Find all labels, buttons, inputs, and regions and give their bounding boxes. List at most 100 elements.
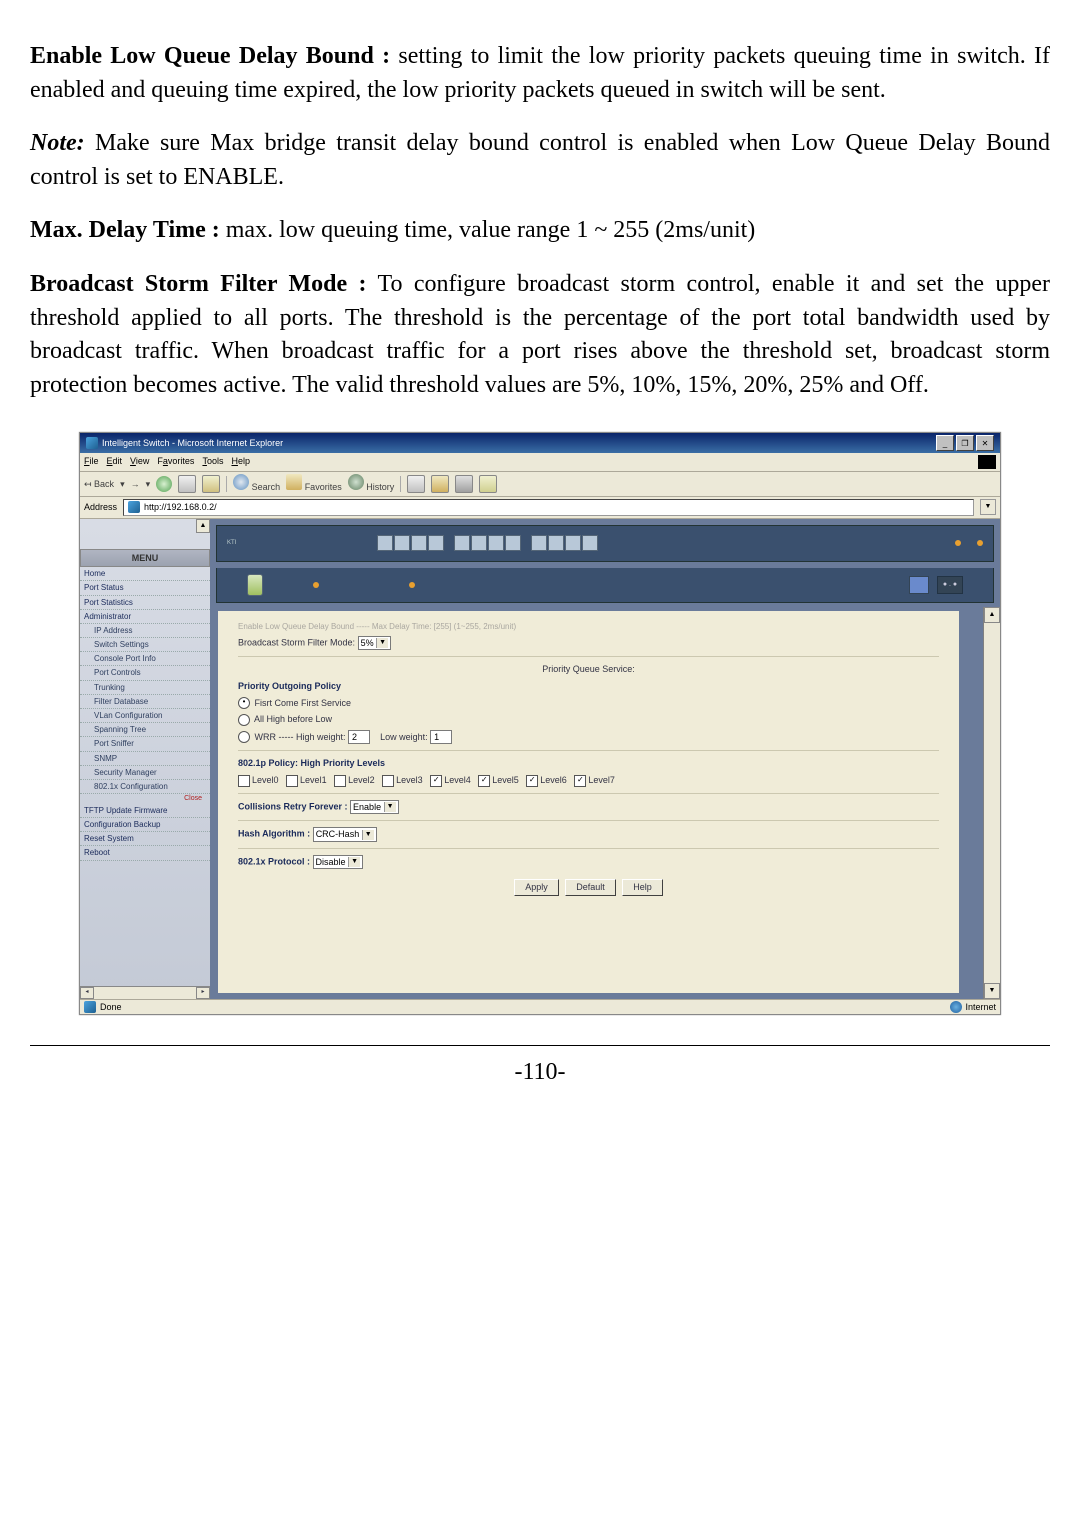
favorites-button[interactable]: Favorites <box>286 474 342 494</box>
sidebar-item-8021x-configuration[interactable]: 802.1x Configuration <box>80 780 210 794</box>
minimize-button[interactable]: _ <box>936 435 954 451</box>
wrr-low-weight-input[interactable]: 1 <box>430 730 452 745</box>
settings-panel: Enable Low Queue Delay Bound ----- Max D… <box>218 611 959 993</box>
main-frame: KTI <box>210 519 1000 999</box>
apply-button[interactable]: Apply <box>514 879 559 896</box>
action-button-row: Apply Default Help <box>238 879 939 896</box>
scroll-right-icon[interactable]: ▸ <box>196 987 210 999</box>
close-button[interactable]: ✕ <box>976 435 994 451</box>
main-vertical-scrollbar[interactable]: ▲ ▼ <box>983 607 1000 999</box>
radio-fcfs-label: Fisrt Come First Service <box>255 698 352 708</box>
checkbox-level3[interactable] <box>382 775 394 787</box>
page-number: -110- <box>30 1045 1050 1090</box>
scroll-up-icon[interactable]: ▲ <box>984 607 1000 623</box>
sidebar-item-switch-settings[interactable]: Switch Settings <box>80 638 210 652</box>
maximize-button[interactable]: ❐ <box>956 435 974 451</box>
address-input[interactable]: http://192.168.0.2/ <box>123 499 974 516</box>
wrr-high-weight-input[interactable]: 2 <box>348 730 370 745</box>
label-level4: Level4 <box>444 775 471 785</box>
scroll-down-icon[interactable]: ▼ <box>984 983 1000 999</box>
radio-fcfs[interactable] <box>238 697 250 709</box>
home-icon[interactable] <box>202 475 220 493</box>
checkbox-level1[interactable] <box>286 775 298 787</box>
help-button[interactable]: Help <box>622 879 663 896</box>
sidebar-item-snmp[interactable]: SNMP <box>80 752 210 766</box>
sidebar-item-ip-address[interactable]: IP Address <box>80 624 210 638</box>
page-content: ▲ MENU Home Port Status Port Statistics … <box>80 519 1000 999</box>
menu-help[interactable]: Help <box>231 455 250 469</box>
stop-icon[interactable] <box>156 476 172 492</box>
edit-icon[interactable] <box>455 475 473 493</box>
collisions-retry-select[interactable]: Enable ▼ <box>350 800 398 815</box>
checkbox-level6[interactable] <box>526 775 538 787</box>
window-titlebar: Intelligent Switch - Microsoft Internet … <box>80 433 1000 453</box>
sidebar-item-port-controls[interactable]: Port Controls <box>80 666 210 680</box>
status-zone: Internet <box>965 1001 996 1014</box>
menu-tools[interactable]: Tools <box>202 455 223 469</box>
print-icon[interactable] <box>431 475 449 493</box>
mail-icon[interactable] <box>407 475 425 493</box>
sidebar-item-security-manager[interactable]: Security Manager <box>80 766 210 780</box>
refresh-icon[interactable] <box>178 475 196 493</box>
led-icon <box>313 582 319 588</box>
scroll-left-icon[interactable]: ◂ <box>80 987 94 999</box>
back-button[interactable]: ↤ Back <box>84 478 114 491</box>
menu-file[interactable]: File <box>84 455 99 469</box>
address-dropdown-icon[interactable]: ▼ <box>980 499 996 515</box>
radio-wrr[interactable] <box>238 731 250 743</box>
internet-zone-icon <box>950 1001 962 1013</box>
hash-algorithm-label: Hash Algorithm : <box>238 829 310 839</box>
sidebar-item-home[interactable]: Home <box>80 567 210 581</box>
divider <box>238 656 939 657</box>
menu-edit[interactable]: Edit <box>107 455 123 469</box>
default-button[interactable]: Default <box>565 879 616 896</box>
checkbox-level0[interactable] <box>238 775 250 787</box>
discuss-icon[interactable] <box>479 475 497 493</box>
done-icon <box>84 1001 96 1013</box>
sidebar-item-filter-database[interactable]: Filter Database <box>80 695 210 709</box>
bsfm-label: Broadcast Storm Filter Mode: <box>238 637 355 647</box>
sidebar: ▲ MENU Home Port Status Port Statistics … <box>80 519 210 999</box>
8021x-protocol-select[interactable]: Disable ▼ <box>313 855 363 870</box>
bsfm-select[interactable]: 5% ▼ <box>358 636 391 651</box>
sidebar-close[interactable]: Close <box>80 794 210 804</box>
divider <box>238 793 939 794</box>
window-title: Intelligent Switch - Microsoft Internet … <box>102 437 283 450</box>
checkbox-level5[interactable] <box>478 775 490 787</box>
menu-favorites[interactable]: Favorites <box>157 455 194 469</box>
sidebar-item-trunking[interactable]: Trunking <box>80 681 210 695</box>
label-note: Note: <box>30 130 85 156</box>
search-button[interactable]: Search <box>233 474 280 494</box>
forward-button[interactable]: → <box>131 478 140 491</box>
sidebar-item-configuration-backup[interactable]: Configuration Backup <box>80 818 210 832</box>
led-icon <box>409 582 415 588</box>
checkbox-level4[interactable] <box>430 775 442 787</box>
sidebar-item-port-statistics[interactable]: Port Statistics <box>80 596 210 610</box>
sidebar-item-port-status[interactable]: Port Status <box>80 581 210 595</box>
sidebar-item-vlan-configuration[interactable]: VLan Configuration <box>80 709 210 723</box>
menu-view[interactable]: View <box>130 455 149 469</box>
sidebar-scroll-up[interactable]: ▲ <box>196 519 210 533</box>
history-button[interactable]: History <box>348 474 395 494</box>
checkbox-level2[interactable] <box>334 775 346 787</box>
sidebar-item-reboot[interactable]: Reboot <box>80 846 210 860</box>
hash-algorithm-select[interactable]: CRC-Hash ▼ <box>313 827 377 842</box>
paragraph-max-delay: Max. Delay Time : max. low queuing time,… <box>30 214 1050 248</box>
sidebar-item-administrator[interactable]: Administrator <box>80 610 210 624</box>
sidebar-item-port-sniffer[interactable]: Port Sniffer <box>80 737 210 751</box>
collisions-retry-label: Collisions Retry Forever : <box>238 801 348 811</box>
label-level2: Level2 <box>348 775 375 785</box>
sidebar-item-reset-system[interactable]: Reset System <box>80 832 210 846</box>
back-dropdown-icon[interactable]: ▾ <box>120 478 125 491</box>
forward-dropdown-icon[interactable]: ▾ <box>146 478 151 491</box>
radio-all-high[interactable] <box>238 714 250 726</box>
sidebar-item-tftp-update-firmware[interactable]: TFTP Update Firmware <box>80 804 210 818</box>
switch-lower-panel: ● . ● <box>216 568 994 603</box>
paragraph-enable-low-queue: Enable Low Queue Delay Bound : setting t… <box>30 40 1050 107</box>
sidebar-horizontal-scrollbar[interactable]: ◂ ▸ <box>80 986 210 999</box>
sidebar-item-console-port-info[interactable]: Console Port Info <box>80 652 210 666</box>
checkbox-level7[interactable] <box>574 775 586 787</box>
label-broadcast-storm: Broadcast Storm Filter Mode : <box>30 271 367 297</box>
sidebar-header: MENU <box>80 549 210 568</box>
sidebar-item-spanning-tree[interactable]: Spanning Tree <box>80 723 210 737</box>
